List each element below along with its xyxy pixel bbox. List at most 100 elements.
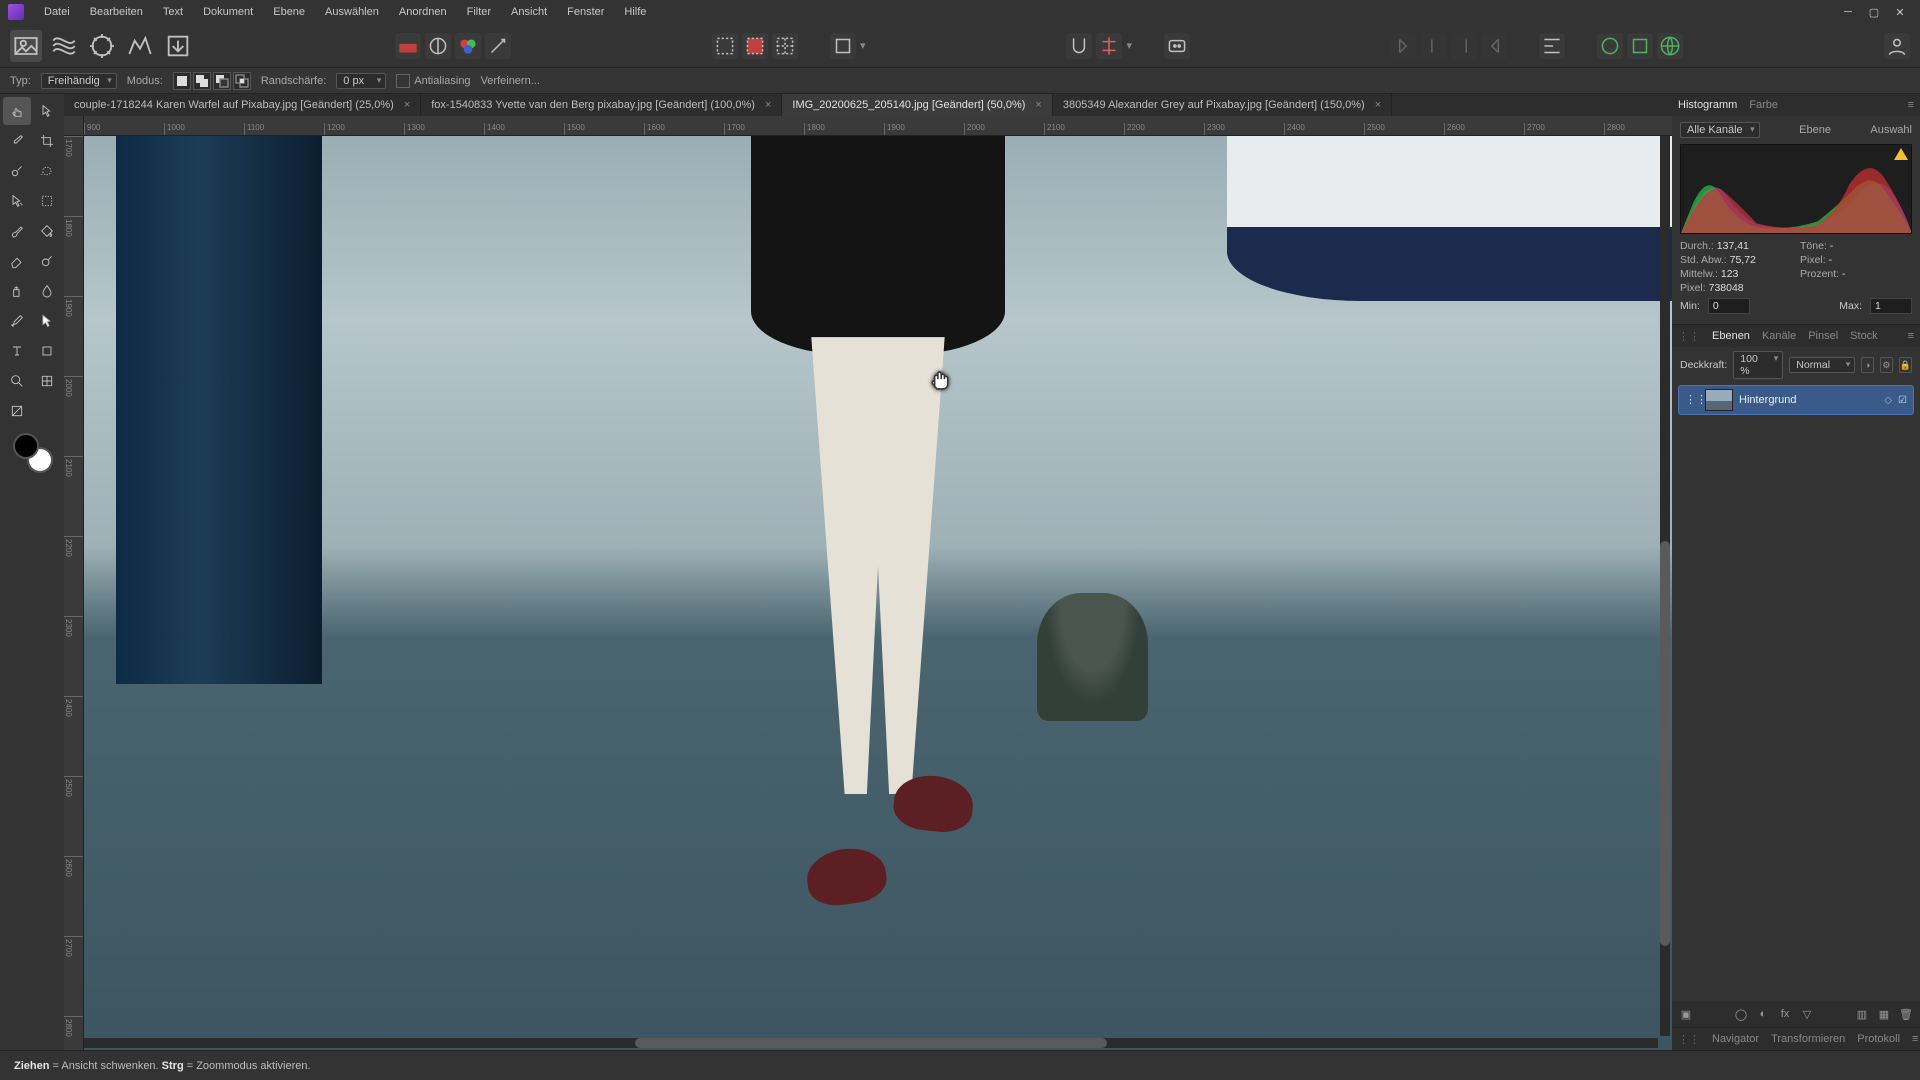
tab-brushes[interactable]: Pinsel: [1808, 330, 1838, 342]
feather-input[interactable]: 0 px: [336, 73, 386, 89]
ruler-horizontal[interactable]: 9001000110012001300140015001600170018001…: [84, 116, 1672, 136]
layer-filter-button[interactable]: ▣: [1678, 1006, 1694, 1022]
crop-tool[interactable]: [33, 127, 61, 155]
add-stock-button[interactable]: [1597, 33, 1623, 59]
gradient-tool[interactable]: [3, 397, 31, 425]
quick-mask-button[interactable]: [742, 33, 768, 59]
vertical-scrollbar[interactable]: [1660, 136, 1670, 1036]
mask-layer-button[interactable]: ◯: [1733, 1006, 1749, 1022]
persona-export[interactable]: [162, 30, 194, 62]
ruler-vertical[interactable]: 1700180019002000210022002300240025002600…: [64, 136, 84, 1050]
dodge-tool[interactable]: [33, 247, 61, 275]
view-tool[interactable]: [3, 97, 31, 125]
move-front-button[interactable]: [1481, 33, 1507, 59]
move-back-button[interactable]: [1391, 33, 1417, 59]
type-select[interactable]: Freihändig: [41, 73, 117, 89]
window-close-button[interactable]: ✕: [1888, 2, 1912, 22]
color-swatches[interactable]: [3, 427, 61, 479]
tab-channels[interactable]: Kanäle: [1762, 330, 1796, 342]
alignment-button[interactable]: [1096, 33, 1122, 59]
panel-menu-icon[interactable]: ≡: [1908, 330, 1914, 342]
live-filter-button[interactable]: ▽: [1799, 1006, 1815, 1022]
auto-contrast-button[interactable]: [425, 33, 451, 59]
window-maximize-button[interactable]: ▢: [1862, 2, 1886, 22]
document-canvas[interactable]: [84, 136, 1672, 1050]
mode-new[interactable]: [173, 72, 191, 90]
pen-tool[interactable]: [3, 307, 31, 335]
ruler-origin[interactable]: [64, 116, 84, 136]
layer-visibility-checkbox[interactable]: ☑: [1898, 395, 1907, 406]
menu-hilfe[interactable]: Hilfe: [616, 4, 654, 20]
stock-browse-button[interactable]: [1627, 33, 1653, 59]
antialias-checkbox[interactable]: [396, 74, 410, 88]
layer-row[interactable]: ⋮⋮ Hintergrund ◇ ☑: [1678, 385, 1914, 415]
tab-color[interactable]: Farbe: [1749, 99, 1778, 111]
tab-stock[interactable]: Stock: [1850, 330, 1878, 342]
layer-name[interactable]: Hintergrund: [1739, 394, 1796, 406]
move-forward-button[interactable]: [1451, 33, 1477, 59]
layer-thumbnail[interactable]: [1705, 389, 1733, 411]
auto-levels-button[interactable]: [395, 33, 421, 59]
opacity-input[interactable]: 100 %: [1733, 351, 1783, 379]
menu-datei[interactable]: Datei: [36, 4, 78, 20]
persona-develop[interactable]: [86, 30, 118, 62]
auto-colors-button[interactable]: [455, 33, 481, 59]
tab-layers[interactable]: Ebenen: [1712, 330, 1750, 342]
move-tool[interactable]: [33, 97, 61, 125]
tab-history[interactable]: Protokoll: [1857, 1033, 1900, 1045]
close-icon[interactable]: ×: [1375, 99, 1381, 111]
panel-menu-icon[interactable]: ≡: [1912, 1033, 1918, 1045]
stock-web-button[interactable]: [1657, 33, 1683, 59]
move-backward-button[interactable]: [1421, 33, 1447, 59]
node-tool[interactable]: [33, 307, 61, 335]
tab-transform[interactable]: Transformieren: [1771, 1033, 1845, 1045]
mode-add[interactable]: [193, 72, 211, 90]
mode-intersect[interactable]: [233, 72, 251, 90]
layer-fx-button[interactable]: ⚙: [1880, 357, 1893, 373]
layer-lock-icon[interactable]: ◇: [1884, 395, 1892, 406]
zoom-tool[interactable]: [3, 367, 31, 395]
fill-tool[interactable]: [33, 217, 61, 245]
flood-select-tool[interactable]: [3, 187, 31, 215]
mode-subtract[interactable]: [213, 72, 231, 90]
mesh-warp-tool[interactable]: [33, 367, 61, 395]
chevron-down-icon[interactable]: ▾: [860, 39, 866, 52]
chevron-down-icon[interactable]: ▾: [1126, 39, 1132, 52]
adjustment-layer-button[interactable]: ◐: [1755, 1006, 1771, 1022]
show-selection-button[interactable]: [712, 33, 738, 59]
add-pixel-layer-button[interactable]: ▦: [1876, 1006, 1892, 1022]
horizontal-scrollbar[interactable]: [84, 1038, 1658, 1048]
persona-liquify[interactable]: [48, 30, 80, 62]
histogram-scope-selection[interactable]: Auswahl: [1870, 124, 1912, 136]
freehand-select-tool[interactable]: [33, 157, 61, 185]
menu-ebene[interactable]: Ebene: [265, 4, 313, 20]
menu-dokument[interactable]: Dokument: [195, 4, 261, 20]
text-tool[interactable]: [3, 337, 31, 365]
blur-tool[interactable]: [33, 277, 61, 305]
close-icon[interactable]: ×: [765, 99, 771, 111]
blend-mode-select[interactable]: Normal: [1789, 357, 1855, 373]
marquee-select-tool[interactable]: [33, 187, 61, 215]
persona-photo[interactable]: [10, 30, 42, 62]
tab-navigator[interactable]: Navigator: [1712, 1033, 1759, 1045]
persona-tonemap[interactable]: [124, 30, 156, 62]
eye-icon[interactable]: ⋮⋮: [1685, 393, 1699, 407]
min-input[interactable]: 0: [1708, 298, 1750, 314]
group-layers-button[interactable]: ▥: [1854, 1006, 1870, 1022]
menu-text[interactable]: Text: [155, 4, 191, 20]
menu-ansicht[interactable]: Ansicht: [503, 4, 555, 20]
document-tab[interactable]: fox-1540833 Yvette van den Berg pixabay.…: [421, 94, 782, 116]
max-input[interactable]: 1: [1870, 298, 1912, 314]
panel-menu-icon[interactable]: ≡: [1908, 99, 1914, 111]
document-tab[interactable]: 3805349 Alexander Grey auf Pixabay.jpg […: [1053, 94, 1392, 116]
assistant-button[interactable]: [1164, 33, 1190, 59]
account-button[interactable]: [1884, 33, 1910, 59]
clone-tool[interactable]: [3, 277, 31, 305]
close-icon[interactable]: ×: [1035, 99, 1041, 111]
snapping-button[interactable]: [1066, 33, 1092, 59]
document-tab[interactable]: couple-1718244 Karen Warfel auf Pixabay.…: [64, 94, 421, 116]
window-minimize-button[interactable]: ─: [1836, 2, 1860, 22]
tab-histogram[interactable]: Histogramm: [1678, 99, 1737, 111]
selection-brush-tool[interactable]: [3, 157, 31, 185]
menu-fenster[interactable]: Fenster: [559, 4, 612, 20]
